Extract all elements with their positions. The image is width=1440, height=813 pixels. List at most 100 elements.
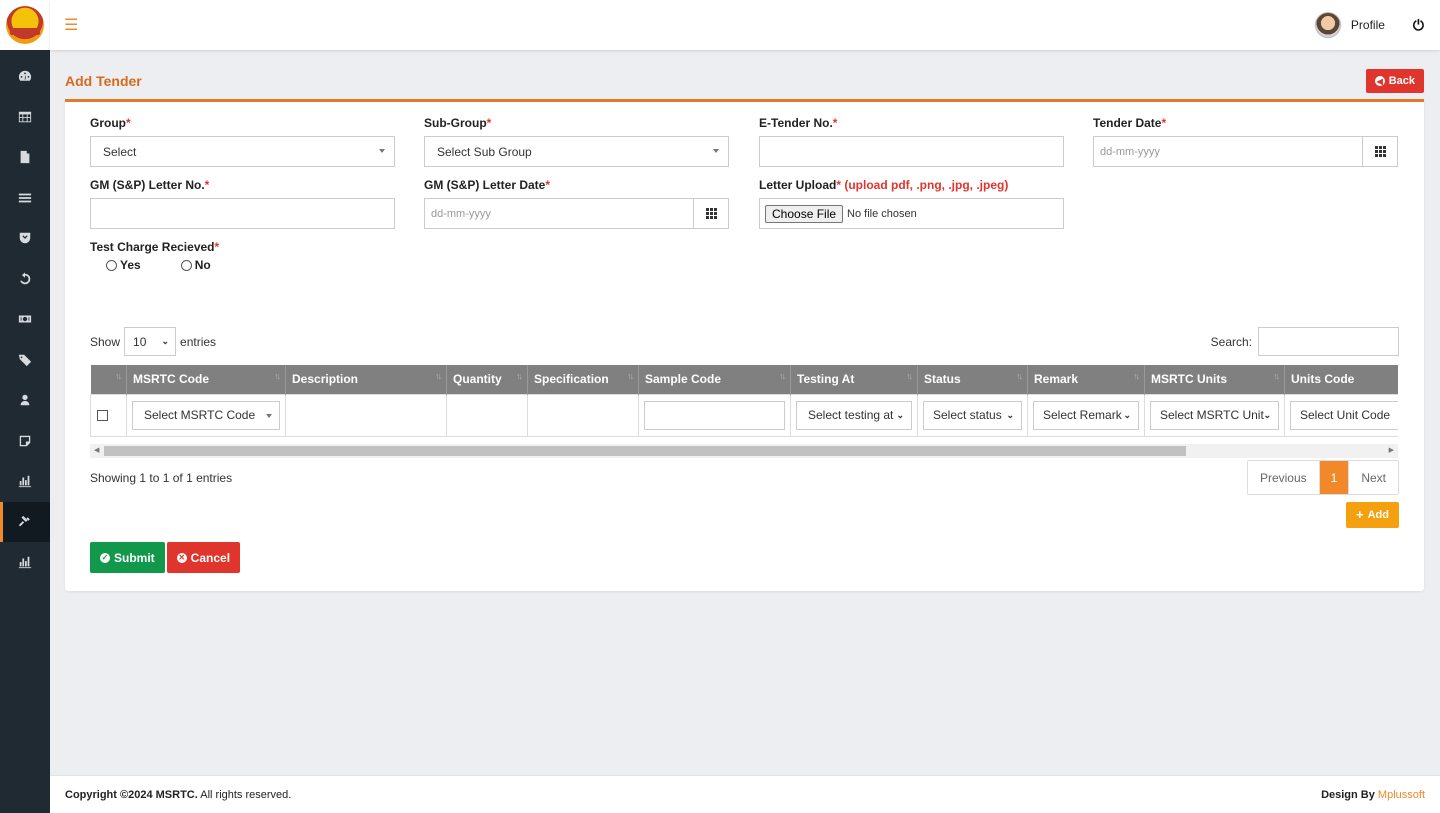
tender-date-picker-button[interactable] (1362, 137, 1397, 166)
sort-icon: ↑↓ (1133, 371, 1140, 381)
col-specification[interactable]: Specification ↑↓ (527, 365, 639, 394)
horizontal-scrollbar[interactable]: ◀ ▶ (90, 444, 1398, 458)
chevron-down-icon: ⌄ (1006, 409, 1014, 420)
pagination-next[interactable]: Next (1348, 461, 1398, 494)
sidebar-item-report-2[interactable] (0, 542, 50, 583)
group-select[interactable]: Select (90, 136, 395, 167)
avatar[interactable] (1314, 12, 1341, 38)
row-checkbox[interactable] (97, 409, 108, 421)
add-row-button[interactable]: + Add (1346, 502, 1399, 528)
msrtc-logo-icon (6, 6, 44, 44)
table-icon (18, 111, 32, 122)
e-tender-input[interactable] (759, 136, 1064, 167)
description-cell (285, 393, 447, 437)
sub-group-select[interactable]: Select Sub Group (424, 136, 729, 167)
unit-code-select[interactable]: Select Unit Code (1290, 400, 1398, 430)
test-charge-no[interactable]: No (180, 258, 211, 272)
msrtc-code-select[interactable]: Select MSRTC Code (132, 400, 280, 430)
sidebar-item-user[interactable] (0, 380, 50, 421)
hamburger-menu-icon[interactable]: ☰ (64, 15, 78, 35)
status-select[interactable]: Select status ⌄ (923, 400, 1022, 430)
testing-at-select[interactable]: Select testing at ⌄ (796, 400, 912, 430)
chevron-down-icon: ⌄ (896, 409, 904, 420)
radio-no[interactable] (180, 259, 192, 271)
sidebar-item-table[interactable] (0, 97, 50, 138)
col-remark[interactable]: Remark ↑↓ (1027, 365, 1145, 394)
sidebar-item-tender[interactable] (0, 501, 50, 542)
chevron-down-icon: ⌄ (161, 336, 170, 346)
sidebar-item-report[interactable] (0, 461, 50, 502)
required-mark: * (126, 116, 131, 130)
table-header-row: ↑↓ MSRTC Code ↑↓ Description ↑↓ Quantity ↑↓… (90, 365, 1398, 394)
file-status: No file chosen (847, 207, 917, 220)
sort-icon: ↑↓ (435, 371, 442, 381)
table-row: Select MSRTC Code Select testing at ⌄ Sel… (90, 393, 1398, 437)
profile-link[interactable]: Profile (1351, 18, 1385, 32)
gm-letter-no-input[interactable] (90, 198, 395, 229)
scrollbar-thumb[interactable] (104, 446, 1186, 456)
col-label: Sample Code (645, 372, 722, 387)
tender-date-input[interactable] (1094, 137, 1362, 166)
msrtc-unit-select[interactable]: Select MSRTC Unit ⌄ (1150, 400, 1279, 430)
sidebar-item-list[interactable] (0, 178, 50, 219)
arrow-circle-left-icon: ◀ (1374, 76, 1385, 86)
col-msrtc-units[interactable]: MSRTC Units ↑↓ (1144, 365, 1285, 394)
msrtc-unit-select-value: Select MSRTC Unit (1160, 408, 1264, 422)
note-icon (19, 435, 31, 446)
col-description[interactable]: Description ↑↓ (285, 365, 447, 394)
col-quantity[interactable]: Quantity ↑↓ (446, 365, 528, 394)
refresh-icon (20, 272, 31, 284)
sidebar-item-refresh[interactable] (0, 259, 50, 300)
sort-icon: ↑↓ (1273, 371, 1280, 381)
tender-date-group (1093, 136, 1398, 167)
e-tender-label: E-Tender No. (759, 116, 833, 130)
design-by-label: Design By (1321, 788, 1378, 801)
pagination-previous[interactable]: Previous (1248, 461, 1320, 494)
col-msrtc-code[interactable]: MSRTC Code ↑↓ (126, 365, 286, 394)
required-mark: * (1161, 116, 1167, 130)
scroll-left-arrow-icon[interactable]: ◀ (94, 446, 99, 454)
submit-button[interactable]: ✓ Submit (90, 542, 165, 573)
sample-code-input[interactable] (644, 400, 785, 430)
col-testing-at[interactable]: Testing At ↑↓ (790, 365, 918, 394)
calendar-grid-icon (1374, 146, 1386, 157)
sort-icon: ↑↓ (1016, 371, 1023, 381)
search-input[interactable] (1258, 327, 1399, 356)
gm-letter-date-input[interactable] (425, 199, 693, 228)
sidebar-item-money[interactable] (0, 299, 50, 340)
cancel-button[interactable]: ✕ Cancel (166, 542, 241, 573)
letter-upload-label: Letter Upload (759, 178, 837, 192)
sidebar-item-file[interactable] (0, 137, 50, 178)
group-label: Group (90, 116, 126, 130)
test-charge-yes[interactable]: Yes (106, 258, 141, 272)
sidebar-item-note[interactable] (0, 421, 50, 462)
unit-code-select-value: Select Unit Code (1300, 408, 1391, 422)
back-button[interactable]: ◀ Back (1365, 69, 1424, 93)
sidebar-item-tags[interactable] (0, 340, 50, 381)
radio-yes[interactable] (106, 259, 117, 271)
col-label: MSRTC Units (1151, 372, 1227, 387)
col-units-code[interactable]: Units Code (1284, 365, 1398, 394)
logo[interactable] (0, 0, 50, 50)
caret-down-icon (266, 413, 272, 418)
col-status[interactable]: Status ↑↓ (917, 365, 1028, 394)
remark-select[interactable]: Select Remark ⌄ (1033, 400, 1139, 430)
choose-file-button[interactable]: Choose File (765, 204, 844, 223)
page-title: Add Tender (65, 73, 142, 89)
sidebar-item-dashboard[interactable] (0, 56, 50, 97)
times-circle-icon: ✕ (176, 552, 187, 563)
sidebar-item-shield[interactable] (0, 218, 50, 259)
group-select-value: Select (103, 144, 137, 159)
col-select[interactable]: ↑↓ (90, 365, 127, 394)
col-label: Status (924, 372, 961, 387)
col-sample-code[interactable]: Sample Code ↑↓ (638, 365, 791, 394)
power-icon[interactable]: ⏻ (1413, 17, 1424, 34)
pagination-page-1[interactable]: 1 (1319, 461, 1349, 494)
entries-select[interactable]: 10 ⌄ (124, 327, 177, 356)
scroll-right-arrow-icon[interactable]: ▶ (1389, 446, 1394, 454)
design-by-link[interactable]: Mplussoft (1378, 789, 1425, 801)
required-mark: * (486, 116, 492, 130)
footer: Copyright ©2024 MSRTC. All rights reserv… (50, 775, 1440, 813)
entries-select-value: 10 (133, 334, 147, 349)
gm-letter-date-picker-button[interactable] (693, 199, 728, 228)
